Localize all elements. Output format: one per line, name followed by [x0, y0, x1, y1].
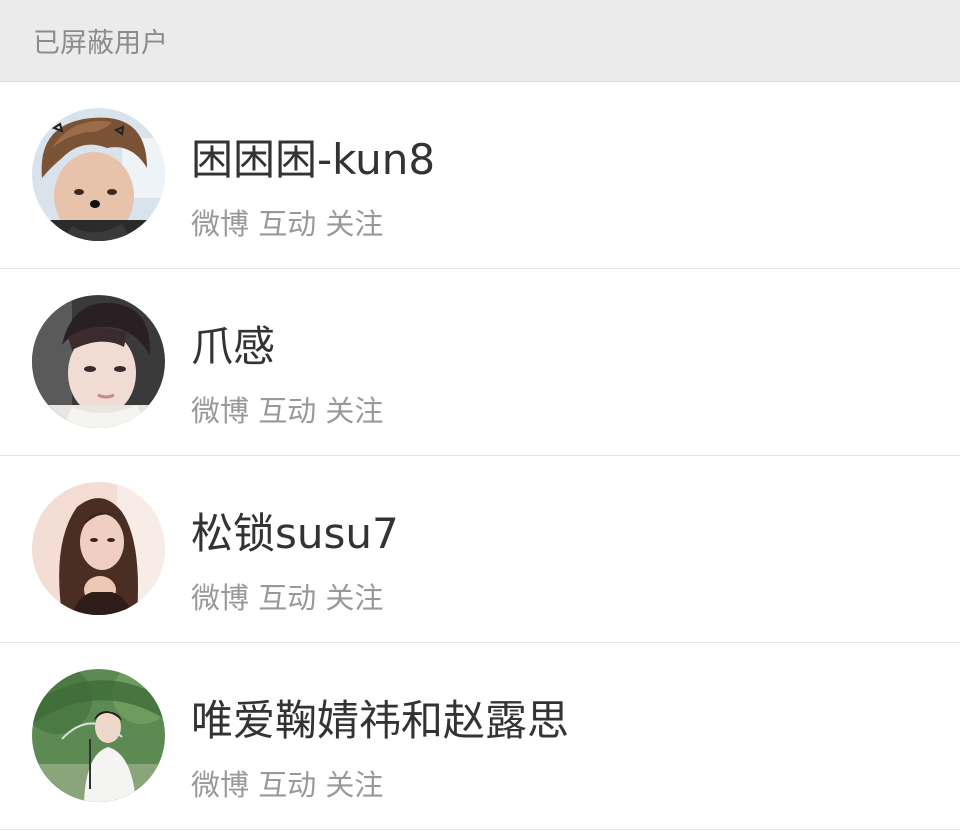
user-block-scope: 微博 互动 关注 — [191, 207, 384, 241]
user-block-scope: 微博 互动 关注 — [191, 768, 384, 802]
user-avatar[interactable] — [32, 108, 165, 241]
user-avatar[interactable] — [32, 669, 165, 802]
blocked-user-row[interactable]: 松锁susu7 微博 互动 关注 — [0, 456, 960, 643]
user-name[interactable]: 唯爱鞠婧祎和赵露思 — [191, 697, 569, 745]
user-name[interactable]: 爪感 — [191, 323, 275, 371]
blocked-user-row[interactable]: 爪感 微博 互动 关注 — [0, 269, 960, 456]
section-title: 已屏蔽用户 — [33, 28, 168, 59]
blocked-user-list: 困困困-kun8 微博 互动 关注 爪感 微博 互动 关注 松锁susu7 微博… — [0, 82, 960, 830]
user-name[interactable]: 松锁susu7 — [191, 510, 399, 558]
user-avatar[interactable] — [32, 482, 165, 615]
user-avatar[interactable] — [32, 295, 165, 428]
user-name[interactable]: 困困困-kun8 — [191, 136, 435, 184]
blocked-users-header: 已屏蔽用户 — [0, 0, 960, 82]
user-block-scope: 微博 互动 关注 — [191, 581, 384, 615]
user-block-scope: 微博 互动 关注 — [191, 394, 384, 428]
blocked-user-row[interactable]: 困困困-kun8 微博 互动 关注 — [0, 82, 960, 269]
blocked-user-row[interactable]: 唯爱鞠婧祎和赵露思 微博 互动 关注 — [0, 643, 960, 830]
